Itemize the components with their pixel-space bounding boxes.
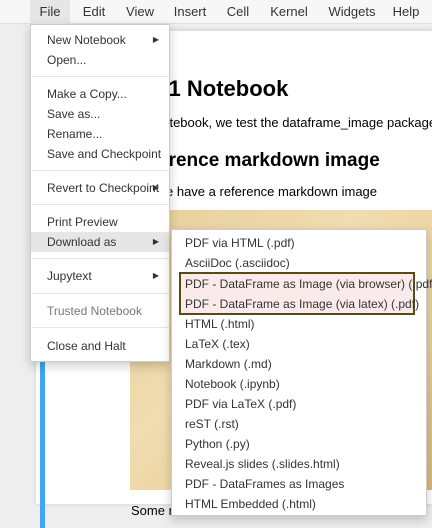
caret-right-icon: ▶ <box>152 183 159 192</box>
download-html-embedded[interactable]: HTML Embedded (.html) <box>172 494 426 514</box>
menu-new-notebook[interactable]: New Notebook ▶ <box>31 30 169 50</box>
download-html[interactable]: HTML (.html) <box>172 314 426 334</box>
menu-close-halt[interactable]: Close and Halt <box>31 336 169 356</box>
download-pdf-via-html[interactable]: PDF via HTML (.pdf) <box>172 233 426 253</box>
menu-file[interactable]: File <box>30 0 70 24</box>
menu-cell[interactable]: Cell <box>222 0 254 24</box>
menu-divider <box>32 204 169 205</box>
menu-help[interactable]: Help <box>388 0 424 24</box>
caret-right-icon: ▶ <box>152 35 159 44</box>
download-reveal-slides[interactable]: Reveal.js slides (.slides.html) <box>172 454 426 474</box>
download-markdown[interactable]: Markdown (.md) <box>172 354 426 374</box>
menu-jupytext[interactable]: Jupytext ▶ <box>31 266 169 286</box>
menu-divider <box>32 258 169 259</box>
download-pdf-dataframe-latex[interactable]: PDF - DataFrame as Image (via latex) (.p… <box>172 294 426 314</box>
download-pdf-dataframes-images[interactable]: PDF - DataFrames as Images <box>172 474 426 494</box>
menu-download-as-label: Download as <box>47 235 117 249</box>
menu-revert-checkpoint[interactable]: Revert to Checkpoint ▶ <box>31 178 169 198</box>
menu-divider <box>32 170 169 171</box>
menu-save-as[interactable]: Save as... <box>31 104 169 124</box>
menu-open[interactable]: Open... <box>31 50 169 70</box>
menu-new-notebook-label: New Notebook <box>47 33 126 47</box>
menu-widgets[interactable]: Widgets <box>324 0 380 24</box>
menu-make-copy[interactable]: Make a Copy... <box>31 84 169 104</box>
menu-kernel[interactable]: Kernel <box>266 0 312 24</box>
section-paragraph: e have a reference markdown image <box>166 184 378 199</box>
menubar: File Edit View Insert Cell Kernel Widget… <box>0 0 432 24</box>
menu-divider <box>32 293 169 294</box>
menu-revert-checkpoint-label: Revert to Checkpoint <box>47 181 160 195</box>
download-notebook[interactable]: Notebook (.ipynb) <box>172 374 426 394</box>
menu-jupytext-label: Jupytext <box>47 269 92 283</box>
caret-right-icon: ▶ <box>152 271 159 280</box>
download-rest[interactable]: reST (.rst) <box>172 414 426 434</box>
menu-view[interactable]: View <box>122 0 158 24</box>
download-pdf-dataframe-browser[interactable]: PDF - DataFrame as Image (via browser) (… <box>172 274 432 294</box>
menu-divider <box>32 76 169 77</box>
menu-divider <box>32 327 169 328</box>
download-latex[interactable]: LaTeX (.tex) <box>172 334 426 354</box>
menu-rename[interactable]: Rename... <box>31 124 169 144</box>
menu-print-preview[interactable]: Print Preview <box>31 212 169 232</box>
file-menu-dropdown: New Notebook ▶ Open... Make a Copy... Sa… <box>30 24 170 362</box>
menu-save-checkpoint[interactable]: Save and Checkpoint <box>31 144 169 164</box>
menu-trusted-notebook: Trusted Notebook <box>47 304 142 318</box>
footer-paragraph: Some r <box>131 503 173 518</box>
download-python[interactable]: Python (.py) <box>172 434 426 454</box>
download-pdf-via-latex[interactable]: PDF via LaTeX (.pdf) <box>172 394 426 414</box>
menu-edit[interactable]: Edit <box>78 0 110 24</box>
intro-paragraph: notebook, we test the dataframe_image pa… <box>155 115 432 130</box>
download-asciidoc[interactable]: AsciiDoc (.asciidoc) <box>172 253 426 273</box>
section-heading: erence markdown image <box>158 150 380 171</box>
download-as-submenu: PDF via HTML (.pdf) AsciiDoc (.asciidoc)… <box>171 229 432 516</box>
caret-right-icon: ▶ <box>152 237 159 246</box>
menu-insert[interactable]: Insert <box>170 0 210 24</box>
menu-download-as[interactable]: Download as ▶ <box>31 232 169 252</box>
